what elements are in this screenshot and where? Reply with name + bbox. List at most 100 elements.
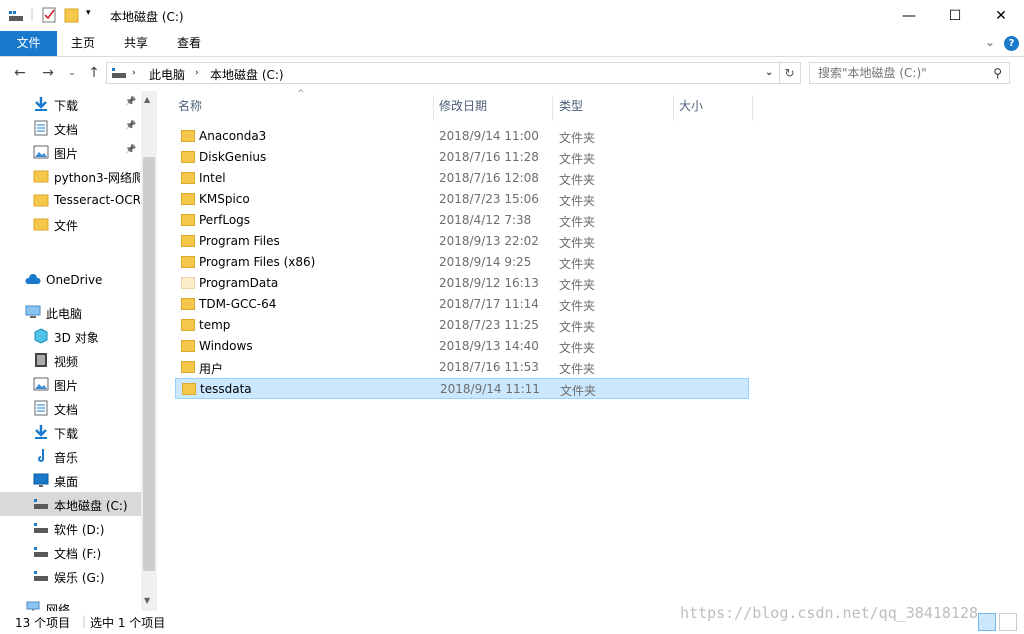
- table-row[interactable]: Anaconda3 2018/9/14 11:00 文件夹: [175, 126, 749, 147]
- column-header-name[interactable]: 名称: [178, 91, 202, 121]
- nav-item[interactable]: 视频: [0, 348, 141, 372]
- pin-icon[interactable]: 📌: [125, 145, 136, 155]
- file-name: PerfLogs: [199, 213, 251, 227]
- file-date: 2018/7/23 11:25: [439, 318, 539, 332]
- breadcrumb-local-disk[interactable]: 本地磁盘 (C:): [210, 66, 284, 83]
- nav-item[interactable]: 文件: [0, 212, 141, 236]
- breadcrumb-chevron-icon[interactable]: ›: [132, 68, 136, 78]
- expand-ribbon-icon[interactable]: ⌄: [985, 35, 995, 49]
- nav-item[interactable]: 本地磁盘 (C:): [0, 492, 141, 516]
- address-dropdown-icon[interactable]: ⌄: [765, 67, 773, 78]
- refresh-icon[interactable]: ↻: [779, 62, 801, 84]
- recent-locations-icon[interactable]: ⌄: [62, 68, 82, 78]
- table-row[interactable]: PerfLogs 2018/4/12 7:38 文件夹: [175, 210, 749, 231]
- search-box[interactable]: ⚲: [809, 62, 1010, 84]
- tab-view[interactable]: 查看: [168, 31, 210, 56]
- nav-item[interactable]: 文档 📌: [0, 116, 141, 140]
- back-arrow-icon[interactable]: ←: [10, 65, 30, 81]
- close-button[interactable]: ✕: [978, 0, 1024, 31]
- tab-home[interactable]: 主页: [62, 31, 104, 56]
- nav-item[interactable]: python3-网络爬: [0, 164, 141, 188]
- nav-item[interactable]: OneDrive: [0, 268, 141, 292]
- nav-item-label: 本地磁盘 (C:): [54, 499, 128, 513]
- table-row[interactable]: TDM-GCC-64 2018/7/17 11:14 文件夹: [175, 294, 749, 315]
- address-bar[interactable]: › 此电脑 › 本地磁盘 (C:) ⌄: [106, 62, 780, 84]
- file-name: KMSpico: [199, 192, 250, 206]
- properties-icon[interactable]: [42, 7, 57, 23]
- nav-item[interactable]: 文档 (F:): [0, 540, 141, 564]
- scrollbar-thumb[interactable]: [143, 157, 155, 571]
- column-divider[interactable]: [752, 95, 753, 121]
- search-input[interactable]: [810, 63, 980, 83]
- document-icon: [33, 400, 49, 416]
- maximize-button[interactable]: ☐: [932, 0, 978, 31]
- file-type: 文件夹: [560, 384, 597, 398]
- network-icon: [25, 600, 41, 611]
- tab-share[interactable]: 共享: [115, 31, 157, 56]
- nav-item[interactable]: Tesseract-OCR: [0, 188, 141, 212]
- file-date: 2018/9/14 11:11: [440, 382, 540, 396]
- nav-item-label: 视频: [54, 355, 79, 369]
- pin-icon[interactable]: 📌: [125, 97, 136, 107]
- breadcrumb-chevron-icon[interactable]: ›: [195, 68, 199, 78]
- breadcrumb-this-pc[interactable]: 此电脑: [149, 66, 185, 83]
- details-view-icon[interactable]: [978, 613, 996, 631]
- table-row[interactable]: tessdata 2018/9/14 11:11 文件夹: [175, 378, 749, 399]
- column-header-date[interactable]: 修改日期: [439, 91, 487, 121]
- nav-item[interactable]: 图片: [0, 372, 141, 396]
- nav-item[interactable]: 音乐: [0, 444, 141, 468]
- scroll-down-icon[interactable]: ▼: [144, 596, 150, 605]
- customize-toolbar-icon[interactable]: ▾: [86, 8, 91, 18]
- table-row[interactable]: Windows 2018/9/13 14:40 文件夹: [175, 336, 749, 357]
- file-type: 文件夹: [559, 257, 596, 271]
- table-row[interactable]: DiskGenius 2018/7/16 11:28 文件夹: [175, 147, 749, 168]
- file-date: 2018/7/16 12:08: [439, 171, 539, 185]
- file-date: 2018/9/14 9:25: [439, 255, 532, 269]
- nav-item[interactable]: 娱乐 (G:): [0, 564, 141, 588]
- nav-item[interactable]: 下载 📌: [0, 92, 141, 116]
- nav-item[interactable]: 下载: [0, 420, 141, 444]
- table-row[interactable]: Program Files (x86) 2018/9/14 9:25 文件夹: [175, 252, 749, 273]
- folder-icon: [181, 277, 195, 289]
- nav-item[interactable]: 桌面: [0, 468, 141, 492]
- folder-icon: [181, 256, 195, 268]
- column-header-type[interactable]: 类型: [559, 91, 583, 121]
- nav-item[interactable]: 网络: [0, 596, 141, 611]
- folder-icon: [181, 151, 195, 163]
- file-date: 2018/7/17 11:14: [439, 297, 539, 311]
- nav-item[interactable]: 文档: [0, 396, 141, 420]
- help-icon[interactable]: ?: [1004, 36, 1019, 51]
- up-arrow-icon[interactable]: ↑: [84, 65, 104, 81]
- column-divider[interactable]: [673, 95, 674, 121]
- search-icon[interactable]: ⚲: [993, 66, 1002, 80]
- nav-item[interactable]: 此电脑: [0, 300, 141, 324]
- table-row[interactable]: ProgramData 2018/9/12 16:13 文件夹: [175, 273, 749, 294]
- minimize-button[interactable]: —: [886, 0, 932, 31]
- new-folder-icon[interactable]: [64, 7, 79, 23]
- large-icons-view-icon[interactable]: [999, 613, 1017, 631]
- music-icon: [33, 448, 49, 464]
- file-name: Program Files: [199, 234, 280, 248]
- folder-icon: [181, 235, 195, 247]
- drive-icon[interactable]: [8, 7, 24, 23]
- table-row[interactable]: Intel 2018/7/16 12:08 文件夹: [175, 168, 749, 189]
- file-date: 2018/4/12 7:38: [439, 213, 532, 227]
- file-name: Program Files (x86): [199, 255, 316, 269]
- nav-item[interactable]: 3D 对象: [0, 324, 141, 348]
- nav-item[interactable]: 软件 (D:): [0, 516, 141, 540]
- table-row[interactable]: Program Files 2018/9/13 22:02 文件夹: [175, 231, 749, 252]
- column-divider[interactable]: [433, 95, 434, 121]
- tab-file[interactable]: 文件: [0, 31, 57, 56]
- table-row[interactable]: temp 2018/7/23 11:25 文件夹: [175, 315, 749, 336]
- pin-icon[interactable]: 📌: [125, 121, 136, 131]
- nav-scrollbar[interactable]: ▲ ▼: [141, 91, 157, 611]
- table-row[interactable]: KMSpico 2018/7/23 15:06 文件夹: [175, 189, 749, 210]
- table-row[interactable]: 用户 2018/7/16 11:53 文件夹: [175, 357, 749, 378]
- scroll-up-icon[interactable]: ▲: [144, 95, 150, 104]
- forward-arrow-icon[interactable]: →: [38, 65, 58, 81]
- column-divider[interactable]: [552, 95, 553, 121]
- column-header-size[interactable]: 大小: [679, 91, 703, 121]
- file-type: 文件夹: [559, 362, 596, 376]
- status-separator: |: [82, 614, 87, 628]
- nav-item[interactable]: 图片 📌: [0, 140, 141, 164]
